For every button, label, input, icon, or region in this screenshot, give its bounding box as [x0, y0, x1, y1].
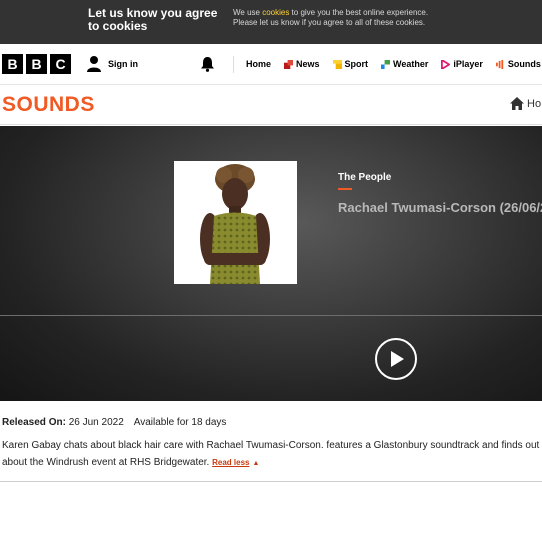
nav-item-label: Weather — [393, 59, 429, 69]
nav-item-label: Home — [246, 59, 272, 69]
nav-links: Home News Sport Weather iPlayer Sounds — [246, 59, 541, 69]
notifications-button[interactable] — [200, 56, 215, 77]
nav-item-home[interactable]: Home — [246, 59, 271, 69]
play-icon — [391, 351, 404, 367]
sounds-logo[interactable]: SOUNDS — [2, 93, 95, 117]
bbc-logo-letter: C — [50, 54, 71, 74]
sounds-home-link[interactable]: Ho — [510, 97, 541, 110]
nav-item-label: News — [296, 59, 320, 69]
cookie-title: Let us know you agree to cookies — [88, 6, 218, 33]
sign-in-label: Sign in — [108, 58, 138, 69]
sounds-icon — [495, 59, 504, 69]
bbc-logo-letter: B — [2, 54, 23, 74]
availability: Available for 18 days — [133, 417, 227, 428]
description-line-1: Karen Gabay chats about black hair care … — [2, 440, 542, 451]
episode-description: Karen Gabay chats about black hair care … — [2, 437, 542, 472]
cookie-text-post: to give you the best online experience. — [289, 8, 429, 17]
cookie-text-line2: Please let us know if you agree to all o… — [233, 18, 426, 27]
weather-icon — [381, 59, 391, 69]
nav-item-iplayer[interactable]: iPlayer — [441, 59, 483, 69]
description-line-2: about the Windrush event at RHS Bridgewa… — [2, 457, 213, 468]
hero-divider — [0, 315, 542, 316]
bbc-nav: B B C Sign in Home News Sport Weather iP… — [0, 44, 542, 85]
home-link-label: Ho — [527, 97, 542, 110]
sport-icon — [332, 59, 342, 69]
user-icon — [87, 56, 101, 72]
nav-item-label: Sport — [344, 59, 369, 69]
episode-hero: The People Rachael Twumasi-Corson (26/06… — [0, 126, 542, 401]
nav-divider — [233, 56, 234, 73]
chevron-up-icon: ▲ — [252, 460, 260, 467]
news-icon — [284, 59, 294, 69]
cookies-link[interactable]: cookies — [262, 8, 289, 17]
released-label: Released On: — [2, 417, 66, 428]
iplayer-icon — [441, 59, 451, 69]
nav-item-label: iPlayer — [453, 59, 483, 69]
cookie-text: We use cookies to give you the best onli… — [233, 8, 533, 28]
bbc-logo[interactable]: B B C — [2, 54, 71, 74]
nav-item-weather[interactable]: Weather — [381, 59, 428, 69]
nav-item-label: Sounds — [507, 59, 541, 69]
play-button[interactable] — [375, 338, 417, 380]
release-info: Released On: 26 Jun 2022 Available for 18… — [2, 417, 226, 428]
nav-item-sport[interactable]: Sport — [332, 59, 369, 69]
sounds-header: SOUNDS Ho — [0, 85, 542, 125]
nav-item-sounds[interactable]: Sounds — [495, 59, 541, 69]
released-date: 26 Jun 2022 — [65, 417, 124, 428]
home-icon — [510, 97, 524, 110]
episode-title: Rachael Twumasi-Corson (26/06/2 — [338, 200, 542, 215]
sign-in-link[interactable]: Sign in — [86, 55, 138, 72]
episode-image — [174, 161, 297, 284]
bell-icon — [201, 57, 214, 72]
bbc-logo-letter: B — [26, 54, 47, 74]
episode-details: Released On: 26 Jun 2022 Available for 18… — [0, 401, 542, 482]
read-less-link[interactable]: Read less — [212, 458, 249, 467]
nav-item-news[interactable]: News — [284, 59, 320, 69]
cookie-text-pre: We use — [233, 8, 263, 17]
cookie-banner: Let us know you agree to cookies We use … — [0, 0, 542, 44]
show-title[interactable]: The People — [338, 172, 391, 183]
title-underline — [338, 188, 352, 190]
